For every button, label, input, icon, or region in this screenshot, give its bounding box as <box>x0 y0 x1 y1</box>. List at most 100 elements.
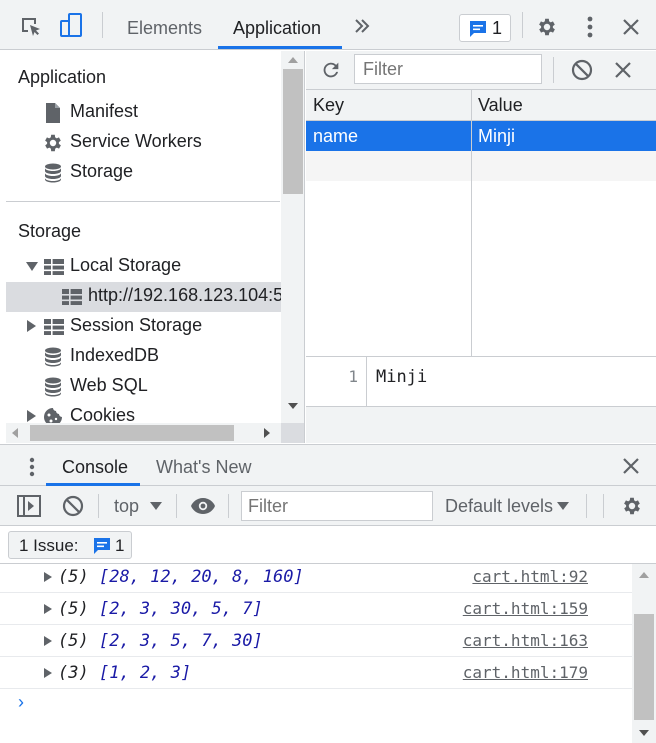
console-log-entry[interactable]: (3) [1, 2, 3] cart.html:179 <box>0 657 632 689</box>
console-scroll-thumb[interactable] <box>634 614 654 720</box>
issues-counter-button[interactable]: 1 <box>459 14 511 42</box>
issues-bar: 1 Issue: 1 <box>0 526 656 564</box>
console-vertical-scrollbar[interactable] <box>632 564 656 743</box>
console-output: (5) [28, 12, 20, 8, 160] cart.html:92 (5… <box>0 564 656 743</box>
console-toolbar: top Default levels <box>0 486 656 526</box>
column-separator <box>471 89 472 356</box>
triangle-down-icon[interactable] <box>26 262 38 271</box>
console-log-entry[interactable]: (5) [28, 12, 20, 8, 160] cart.html:92 <box>0 564 632 593</box>
log-source-link[interactable]: cart.html:179 <box>463 663 588 682</box>
storage-filter-input[interactable] <box>354 54 542 84</box>
scroll-up-arrow-icon[interactable] <box>639 572 649 578</box>
application-section-title: Application <box>18 67 107 87</box>
delete-selected-icon[interactable] <box>615 62 631 78</box>
line-number: 1 <box>348 367 358 386</box>
column-header-key[interactable]: Key <box>313 95 344 116</box>
clear-all-icon[interactable] <box>571 59 593 81</box>
log-message: (5) [2, 3, 5, 7, 30] <box>58 631 263 651</box>
expand-triangle-icon[interactable] <box>44 636 52 646</box>
console-prompt[interactable]: › <box>18 692 24 713</box>
console-log-entry[interactable]: (5) [2, 3, 30, 5, 7] cart.html:159 <box>0 593 632 625</box>
expand-triangle-icon[interactable] <box>44 604 52 614</box>
console-settings-gear-icon[interactable] <box>621 495 643 517</box>
active-tab-indicator <box>218 46 342 49</box>
triangle-right-icon[interactable] <box>27 410 36 422</box>
close-icon[interactable] <box>623 19 639 35</box>
row-key: name <box>313 126 359 146</box>
triangle-right-icon[interactable] <box>27 320 36 332</box>
scroll-right-arrow-icon[interactable] <box>264 428 270 438</box>
sidebar-item-local-storage[interactable]: Local Storage <box>6 252 281 282</box>
sidebar-vertical-scroll-thumb[interactable] <box>283 69 303 194</box>
sidebar-horizontal-scrollbar[interactable] <box>6 423 281 443</box>
tab-elements[interactable]: Elements <box>127 0 202 50</box>
message-icon <box>469 20 487 38</box>
inspect-element-icon[interactable] <box>20 16 42 38</box>
document-icon <box>44 103 62 123</box>
table-icon <box>44 259 64 275</box>
log-source-link[interactable]: cart.html:159 <box>463 599 588 618</box>
sidebar-item-indexeddb[interactable]: IndexedDB <box>6 342 281 372</box>
log-message: (5) [2, 3, 30, 5, 7] <box>58 599 263 619</box>
clear-console-icon[interactable] <box>62 495 84 517</box>
log-message: (5) [28, 12, 20, 8, 160] <box>58 567 304 587</box>
sidebar-horizontal-scroll-thumb[interactable] <box>30 425 234 441</box>
column-header-value[interactable]: Value <box>478 95 523 116</box>
section-divider <box>6 201 280 202</box>
sidebar-item-storage[interactable]: Storage <box>6 158 281 188</box>
log-levels-label: Default levels <box>445 496 554 516</box>
tab-whats-new[interactable]: What's New <box>156 445 251 486</box>
close-drawer-icon[interactable] <box>623 458 639 474</box>
empty-table-row[interactable] <box>306 151 656 181</box>
local-storage-view: Key Value name Minji 1 Minji <box>306 51 656 443</box>
sidebar-vertical-scrollbar[interactable] <box>281 51 304 423</box>
log-source-link[interactable]: cart.html:163 <box>463 631 588 650</box>
sidebar-item-session-storage[interactable]: Session Storage <box>6 312 281 342</box>
refresh-icon[interactable] <box>320 59 342 81</box>
scrollbar-corner <box>281 423 304 443</box>
expand-triangle-icon[interactable] <box>44 572 52 582</box>
drawer-tabbar: Console What's New <box>0 444 656 486</box>
console-log-entry[interactable]: (5) [2, 3, 5, 7, 30] cart.html:163 <box>0 625 632 657</box>
tab-console[interactable]: Console <box>62 445 128 486</box>
scroll-up-arrow-icon[interactable] <box>288 57 298 63</box>
table-row[interactable]: name Minji <box>306 121 656 151</box>
more-options-icon[interactable] <box>587 16 593 38</box>
gear-icon[interactable] <box>536 16 558 38</box>
storage-section-title: Storage <box>18 221 82 241</box>
dropdown-triangle-icon <box>150 502 162 510</box>
scroll-down-arrow-icon[interactable] <box>288 403 298 409</box>
scroll-left-arrow-icon[interactable] <box>12 428 18 438</box>
row-value: Minji <box>478 126 516 146</box>
devtools-main-toolbar: Elements Application 1 <box>0 0 656 50</box>
database-icon <box>44 347 62 367</box>
tab-application[interactable]: Application <box>233 0 321 50</box>
console-filter-input[interactable] <box>241 491 433 521</box>
line-number-gutter: 1 <box>306 357 367 407</box>
eye-icon[interactable] <box>190 497 216 515</box>
application-sidebar: Application Manifest Service Workers Sto… <box>0 51 305 443</box>
gear-icon <box>42 132 64 154</box>
expand-triangle-icon[interactable] <box>44 668 52 678</box>
log-source-link[interactable]: cart.html:92 <box>472 567 588 586</box>
drawer-menu-icon[interactable] <box>29 457 35 477</box>
issues-button[interactable]: 1 Issue: 1 <box>8 531 132 559</box>
preview-footer <box>306 406 656 443</box>
database-icon <box>44 163 62 183</box>
log-levels-dropdown[interactable]: Default levels <box>445 496 569 517</box>
sidebar-item-local-storage-origin[interactable]: http://192.168.123.104:5 <box>6 282 283 312</box>
sidebar-item-service-workers[interactable]: Service Workers <box>6 128 281 158</box>
context-selector[interactable]: top <box>114 496 162 517</box>
issues-count: 1 <box>115 536 125 555</box>
storage-table-header: Key Value <box>306 89 656 121</box>
log-message: (3) [1, 2, 3] <box>58 663 192 683</box>
context-selector-label: top <box>114 496 140 516</box>
device-toolbar-icon[interactable] <box>59 13 83 39</box>
sidebar-toggle-icon[interactable] <box>17 495 41 517</box>
sidebar-item-web-sql[interactable]: Web SQL <box>6 372 281 402</box>
issues-count: 1 <box>492 18 503 38</box>
double-chevron-icon[interactable] <box>354 19 370 33</box>
issues-label: 1 Issue: <box>19 536 79 555</box>
sidebar-item-manifest[interactable]: Manifest <box>6 98 281 128</box>
scroll-down-arrow-icon[interactable] <box>639 730 649 736</box>
